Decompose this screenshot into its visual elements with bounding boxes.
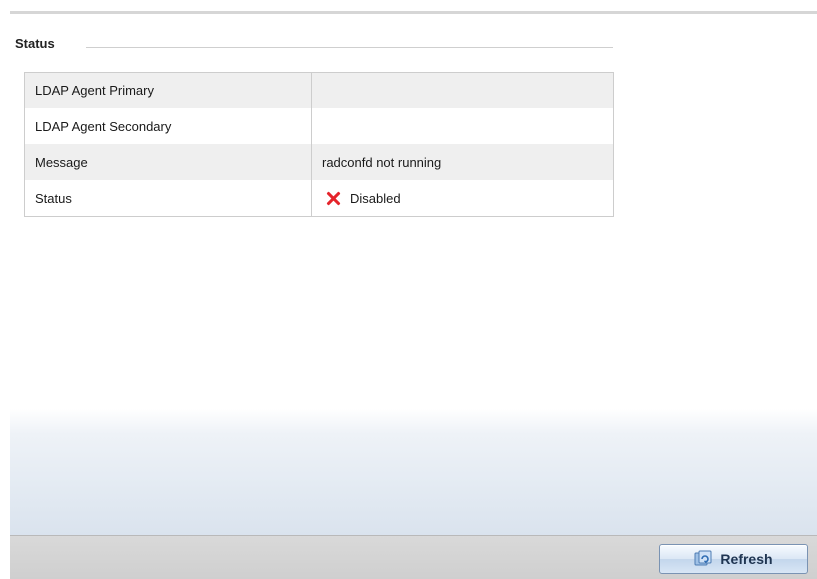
disabled-x-icon — [326, 191, 340, 205]
refresh-button[interactable]: Refresh — [659, 544, 808, 574]
row-value — [311, 72, 614, 108]
status-value: Disabled — [350, 190, 401, 206]
row-label: LDAP Agent Primary — [24, 72, 312, 108]
section-title: Status — [15, 36, 63, 51]
refresh-icon — [694, 550, 712, 566]
table-row: Message radconfd not running — [24, 144, 614, 180]
row-label: LDAP Agent Secondary — [24, 108, 312, 144]
section-divider — [86, 47, 613, 48]
status-table: LDAP Agent Primary LDAP Agent Secondary … — [24, 72, 614, 217]
row-value — [311, 108, 614, 144]
row-label: Message — [24, 144, 312, 180]
table-row: LDAP Agent Primary — [24, 72, 614, 108]
row-label: Status — [24, 180, 312, 217]
table-row: LDAP Agent Secondary — [24, 108, 614, 144]
row-value-status: Disabled — [311, 180, 614, 217]
refresh-label: Refresh — [720, 551, 773, 567]
row-value: radconfd not running — [311, 144, 614, 180]
table-row: Status Disabled — [24, 180, 614, 217]
